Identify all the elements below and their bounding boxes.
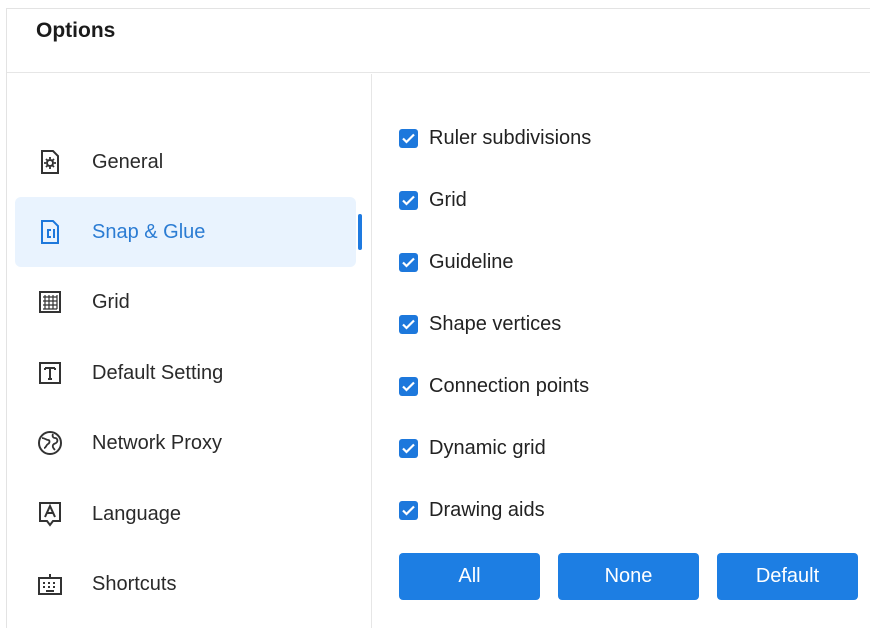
language-icon (37, 501, 63, 527)
select-all-button[interactable]: All (399, 553, 540, 600)
globe-icon (37, 430, 63, 456)
window-title: Options (36, 19, 116, 42)
sidebar-item-general[interactable]: General (15, 127, 356, 197)
option-label: Dynamic grid (429, 436, 546, 459)
option-drawing-aids[interactable]: Drawing aids (399, 495, 545, 525)
option-grid[interactable]: Grid (399, 185, 467, 215)
grid-icon (37, 289, 63, 315)
sidebar-item-shortcuts[interactable]: Shortcuts (15, 549, 356, 619)
sidebar-item-label: Grid (92, 291, 130, 313)
option-label: Ruler subdivisions (429, 126, 592, 149)
select-none-button[interactable]: None (558, 553, 699, 600)
checkbox-checked-icon[interactable] (399, 252, 418, 272)
option-label: Guideline (429, 250, 514, 273)
reset-default-button[interactable]: Default (717, 553, 858, 600)
sidebar-item-label: General (92, 151, 164, 173)
sidebar-item-default-setting[interactable]: Default Setting (15, 338, 356, 408)
sidebar: General Snap & Glue Grid Default Setting (7, 74, 372, 628)
sidebar-item-label: Snap & Glue (92, 221, 206, 243)
gear-doc-icon (37, 149, 63, 175)
checkbox-checked-icon[interactable] (399, 500, 418, 520)
checkbox-checked-icon[interactable] (399, 190, 418, 210)
option-dynamic-grid[interactable]: Dynamic grid (399, 433, 546, 463)
option-label: Connection points (429, 374, 590, 397)
checkbox-checked-icon[interactable] (399, 438, 418, 458)
keyboard-icon (37, 571, 63, 597)
checkbox-checked-icon[interactable] (399, 128, 418, 148)
checkbox-checked-icon[interactable] (399, 314, 418, 334)
option-label: Drawing aids (429, 498, 545, 521)
option-connection-points[interactable]: Connection points (399, 371, 589, 401)
sidebar-item-label: Default Setting (92, 362, 224, 384)
sidebar-item-language[interactable]: Language (15, 479, 356, 549)
text-box-icon (37, 360, 63, 386)
option-shape-vertices[interactable]: Shape vertices (399, 309, 561, 339)
checkbox-checked-icon[interactable] (399, 376, 418, 396)
active-indicator (358, 214, 362, 250)
snap-glue-icon (37, 219, 63, 245)
sidebar-item-label: Shortcuts (92, 573, 177, 595)
sidebar-item-label: Network Proxy (92, 432, 223, 454)
sidebar-item-grid[interactable]: Grid (15, 267, 356, 337)
sidebar-item-label: Language (92, 503, 181, 525)
sidebar-item-network-proxy[interactable]: Network Proxy (15, 408, 356, 478)
option-ruler-subdivisions[interactable]: Ruler subdivisions (399, 123, 591, 153)
options-window: Options General Snap & Glue Grid Default… (6, 8, 870, 628)
snap-glue-panel: Ruler subdivisions Grid Guideline Shape … (373, 74, 870, 628)
option-guideline[interactable]: Guideline (399, 247, 514, 277)
option-label: Grid (429, 188, 467, 211)
sidebar-item-snap-glue[interactable]: Snap & Glue (15, 197, 362, 267)
title-bar: Options (7, 9, 870, 73)
option-label: Shape vertices (429, 312, 562, 335)
